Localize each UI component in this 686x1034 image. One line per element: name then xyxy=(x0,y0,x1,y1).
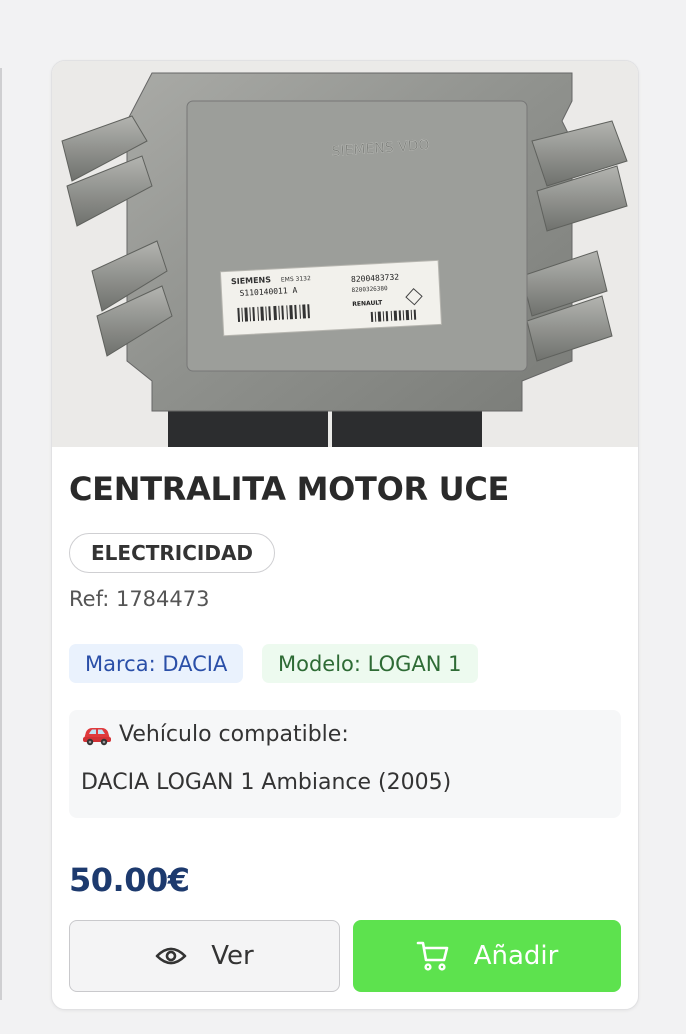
model-tag: Modelo: LOGAN 1 xyxy=(262,644,478,683)
add-button-label: Añadir xyxy=(473,941,559,971)
product-card: SIEMENS VDO SIEMENS EMS 3132 S110140011 … xyxy=(51,60,639,1010)
eye-icon xyxy=(155,947,187,965)
adjacent-card-edge xyxy=(0,68,2,1000)
car-icon xyxy=(83,727,111,745)
compatible-vehicle-name: DACIA LOGAN 1 Ambiance (2005) xyxy=(81,770,452,795)
add-to-cart-button[interactable]: Añadir xyxy=(353,920,621,992)
product-title: CENTRALITA MOTOR UCE xyxy=(69,470,510,508)
category-badge: ELECTRICIDAD xyxy=(69,533,276,573)
compatible-vehicle-heading: Vehículo compatible: xyxy=(81,722,349,747)
product-price: 50.00€ xyxy=(69,861,190,899)
product-image[interactable]: SIEMENS VDO SIEMENS EMS 3132 S110140011 … xyxy=(52,61,638,447)
compatible-vehicle-heading-label: Vehículo compatible: xyxy=(119,722,349,747)
view-button[interactable]: Ver xyxy=(69,920,340,992)
brand-tag: Marca: DACIA xyxy=(69,644,244,683)
cart-icon xyxy=(416,941,448,971)
compatible-vehicle-box: Vehículo compatible: DACIA LOGAN 1 Ambia… xyxy=(69,710,621,818)
view-button-label: Ver xyxy=(211,941,254,971)
product-reference: Ref: 1784473 xyxy=(69,587,210,611)
